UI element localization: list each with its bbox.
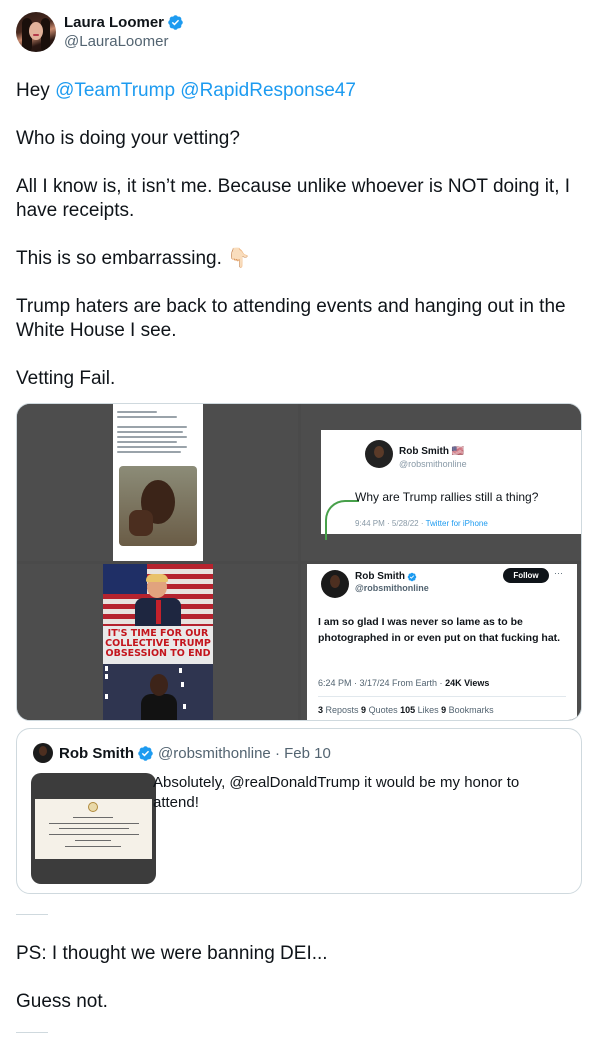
collage-headline: IT'S TIME FOR OUR COLLECTIVE TRUMP OBSES…	[103, 626, 213, 664]
mention-rapidresponse47-link[interactable]: @RapidResponse47	[180, 80, 356, 101]
screenshot-text: I am so glad I was never so lame as to b…	[318, 616, 561, 644]
media-image-4[interactable]: Rob Smith @robsmithonline Follow ··· I a…	[301, 564, 581, 720]
quoted-display-name[interactable]: Rob Smith	[59, 745, 134, 762]
tweet-ps: PS: I thought we were banning DEI...	[16, 943, 328, 964]
quoted-tweet-text: Absolutely, @realDonaldTrump it would be…	[153, 774, 520, 811]
screenshot-name: Rob Smith 🇺🇸	[399, 446, 465, 457]
screenshot-tweet-rallies: Rob Smith 🇺🇸 @robsmithonline Why are Tru…	[321, 430, 581, 540]
tweet-paragraph-2: Who is doing your vetting?	[16, 128, 240, 149]
rob-smith-avatar	[365, 440, 393, 468]
white-house-invitation	[35, 799, 152, 859]
follow-button: Follow	[503, 568, 549, 583]
screenshot-tweet-hat: Rob Smith @robsmithonline Follow ··· I a…	[307, 564, 577, 720]
screenshot-timestamp: 6:24 PM · 3/17/24 From Earth · 24K Views	[318, 678, 490, 688]
trump-figure	[133, 574, 183, 632]
divider	[16, 914, 48, 915]
author-handle[interactable]: @LauraLoomer	[64, 32, 184, 52]
pointing-down-emoji-icon: 👇🏻	[227, 248, 251, 269]
tweet-paragraph-5: Trump haters are back to attending event…	[16, 296, 566, 341]
media-image-3[interactable]: IT'S TIME FOR OUR COLLECTIVE TRUMP OBSES…	[17, 564, 298, 720]
text-hey: Hey	[16, 80, 56, 101]
verified-badge-icon	[168, 14, 183, 30]
author-display-name[interactable]: Laura Loomer	[64, 13, 184, 32]
media-image-2[interactable]: Rob Smith 🇺🇸 @robsmithonline Why are Tru…	[301, 404, 581, 561]
author-name-text[interactable]: Laura Loomer	[64, 13, 164, 32]
screenshot-name: Rob Smith	[355, 571, 417, 582]
tweet-guess-not: Guess not.	[16, 991, 108, 1012]
mention-teamtrump-link[interactable]: @TeamTrump	[55, 80, 175, 101]
avatar[interactable]	[16, 12, 56, 52]
media-image-1[interactable]	[17, 404, 298, 561]
rob-smith-figure	[141, 674, 177, 720]
quoted-tweet-card[interactable]: Rob Smith @robsmithonline · Feb 10 Absol…	[16, 728, 582, 894]
screenshot-handle: @robsmithonline	[399, 459, 467, 469]
tweet-paragraph-3: All I know is, it isn’t me. Because unli…	[16, 176, 571, 221]
quoted-avatar[interactable]	[33, 743, 53, 763]
text-embarrassing: This is so embarrassing.	[16, 248, 222, 269]
verified-badge-icon	[138, 745, 153, 761]
screenshot-tweet-video	[113, 404, 203, 561]
screenshot-handle: @robsmithonline	[355, 583, 429, 593]
verified-badge-icon	[407, 572, 417, 581]
quoted-tweet-header: Rob Smith @robsmithonline · Feb 10	[33, 743, 331, 763]
trump-collage: IT'S TIME FOR OUR COLLECTIVE TRUMP OBSES…	[103, 564, 213, 720]
more-icon: ···	[554, 568, 563, 578]
divider	[16, 1032, 48, 1033]
quoted-tweet-image[interactable]	[31, 773, 156, 884]
annotation-arrow	[325, 500, 359, 540]
tweet-paragraph-4: This is so embarrassing. 👇🏻	[16, 247, 582, 271]
screenshot-timestamp: 9:44 PM · 5/28/22 · Twitter for iPhone	[355, 519, 488, 528]
video-thumbnail	[119, 466, 197, 546]
screenshot-text: Why are Trump rallies still a thing?	[355, 490, 539, 504]
tweet-header: Laura Loomer @LauraLoomer	[16, 10, 184, 54]
author-names: Laura Loomer @LauraLoomer	[64, 13, 184, 52]
screenshot-stats: 3 Reposts 9 Quotes 105 Likes 9 Bookmarks	[318, 705, 494, 715]
presidential-seal-icon	[88, 802, 98, 812]
tweet-line-1: Hey @TeamTrump @RapidResponse47	[16, 79, 582, 103]
quoted-handle-date[interactable]: @robsmithonline · Feb 10	[158, 745, 331, 762]
tweet-paragraph-6: Vetting Fail.	[16, 368, 116, 389]
rob-smith-avatar	[321, 570, 349, 598]
media-grid: Rob Smith 🇺🇸 @robsmithonline Why are Tru…	[16, 403, 582, 721]
